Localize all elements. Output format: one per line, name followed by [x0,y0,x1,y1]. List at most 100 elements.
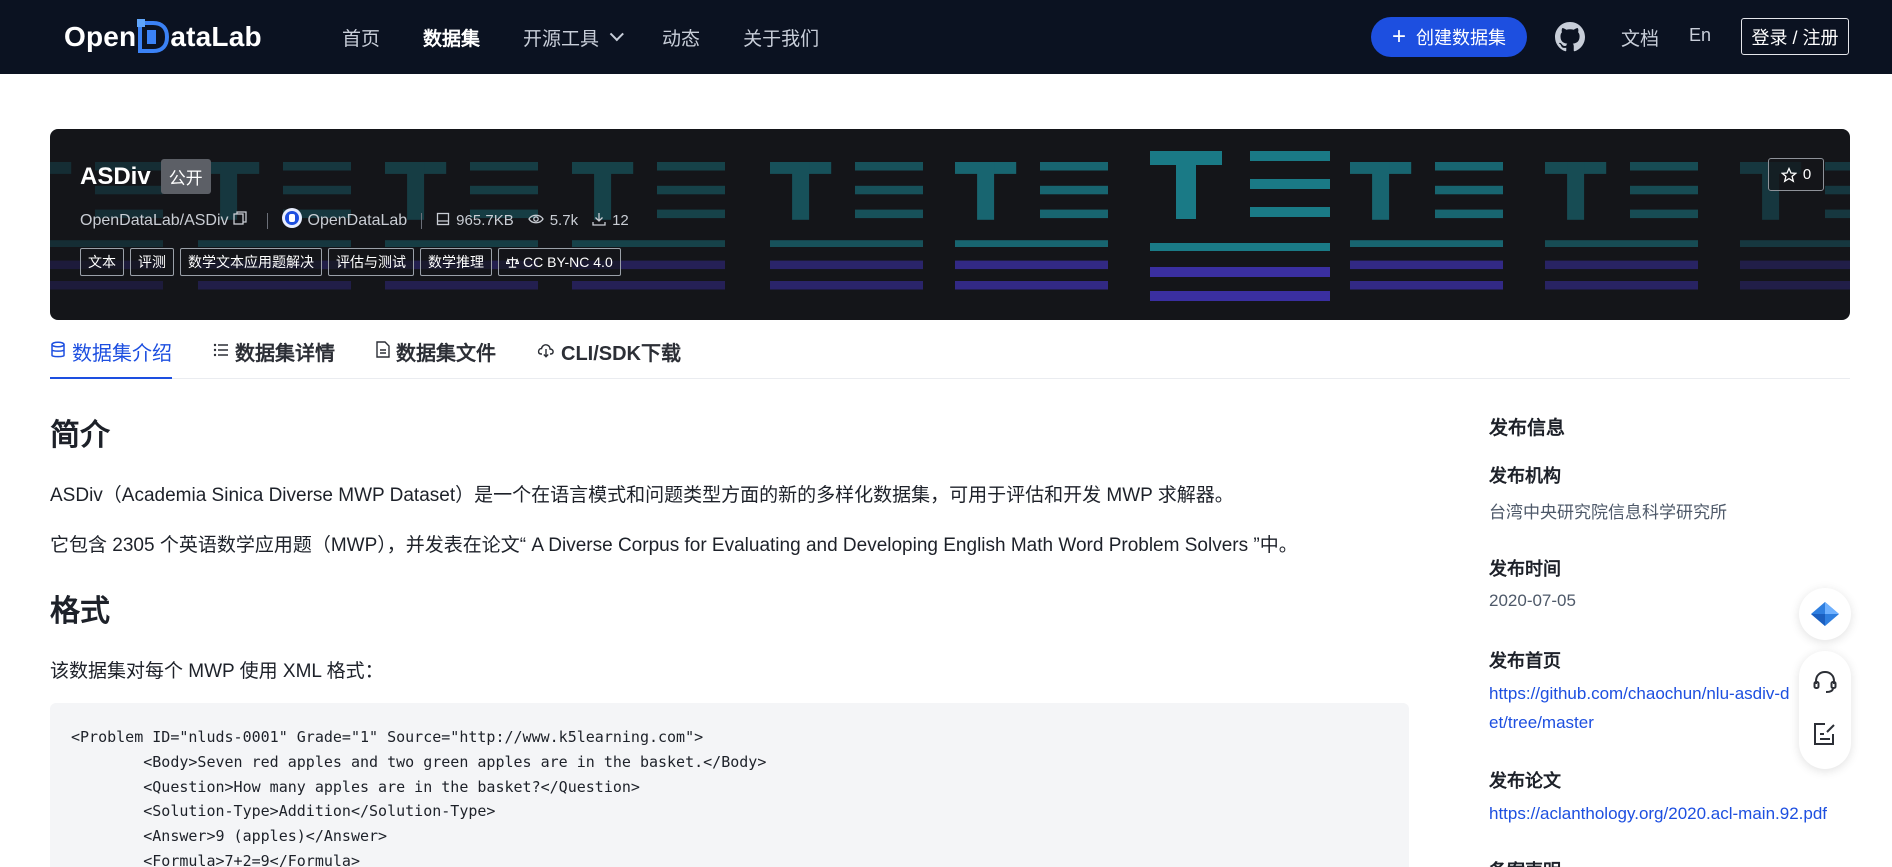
banner-glyph [1350,162,1503,290]
banner-glyph [955,162,1108,290]
dataset-tabs: 数据集介绍 数据集详情 数据集文件 CLI/SDK下载 [50,333,1850,379]
nav-about-label: 关于我们 [743,28,820,50]
banner-bar [1040,209,1108,219]
language-switch[interactable]: En [1689,25,1711,46]
banner-bar [657,162,725,171]
publisher-avatar-icon [281,208,302,233]
tag[interactable]: 评估与测试 [328,248,414,276]
tab-files[interactable]: 数据集文件 [376,333,496,379]
github-icon[interactable] [1555,22,1585,52]
visibility-badge: 公开 [160,159,211,194]
publish-date-value: 2020-07-05 [1489,591,1576,610]
eye-icon [527,212,544,229]
logo-d-mark-icon [137,19,170,55]
paper-label: 发布论文 [1489,771,1561,791]
meta-divider [266,212,268,229]
banner-bar [1545,240,1698,247]
banner-bar [1630,185,1698,195]
assistant-logo-icon [1811,602,1839,626]
banner-glyph [1150,151,1330,301]
banner-bar [1567,162,1585,220]
banner-bar [1435,209,1503,219]
publisher-name[interactable]: OpenDataLab [308,212,408,230]
disk-icon [436,212,450,230]
star-count: 0 [1802,166,1812,183]
list-icon [213,341,229,364]
downloads-stat: 12 [592,212,629,230]
banner-bar [1250,207,1330,217]
banner-bar [1040,162,1108,171]
banner-bar [770,240,923,247]
views-stat: 5.7k [527,212,579,229]
license-tag[interactable]: CC BY-NC 4.0 [498,248,621,276]
nav-open-source-tools[interactable]: 开源工具 [523,24,624,51]
nav-home[interactable]: 首页 [342,24,380,51]
tag[interactable]: 数学推理 [420,248,492,276]
tag[interactable]: 文本 [80,248,124,276]
tab-cli-sdk[interactable]: CLI/SDK下载 [537,333,681,379]
star-icon [1780,166,1797,183]
homepage-link-line-1: https://github.com/chaochun/nlu-asdiv-d [1489,684,1790,703]
code-line: <Problem ID="nluds-0001" Grade="1" Sourc… [71,728,704,746]
tab-details[interactable]: 数据集详情 [213,333,335,379]
banner-bar [50,281,163,290]
code-line: <Formula>7+2=9</Formula> [71,851,360,867]
tab-introduction-label: 数据集介绍 [72,343,172,365]
banner-bar [1825,209,1850,219]
banner-bar [1740,240,1850,247]
homepage-label: 发布首页 [1489,651,1561,671]
ai-assistant-button[interactable] [1799,588,1851,640]
banner-bar [955,240,1108,247]
banner-glyph [1545,162,1698,290]
copy-icon[interactable] [232,211,247,230]
chevron-down-icon [609,27,624,42]
tag[interactable]: 评测 [130,248,174,276]
docs-link[interactable]: 文档 [1621,24,1659,51]
tab-introduction[interactable]: 数据集介绍 [50,333,172,379]
code-line: <Solution-Type>Addition</Solution-Type> [71,802,496,821]
create-dataset-button[interactable]: + 创建数据集 [1371,17,1527,57]
banner-bar [792,162,810,220]
format-paragraph: 该数据集对每个 MWP 使用 XML 格式： [50,661,384,682]
banner-bar [572,240,725,247]
nav-about[interactable]: 关于我们 [743,24,819,51]
filing-statement-label: 备案声明 [1489,857,1561,867]
nav-news[interactable]: 动态 [662,24,700,51]
headset-icon[interactable] [1812,669,1838,695]
tag[interactable]: 数学文本应用题解决 [180,248,322,276]
paper-link[interactable]: https://aclanthology.org/2020.acl-main.9… [1489,799,1827,828]
dataset-title-row: ASDiv 公开 [80,159,211,194]
xml-code-block[interactable]: <Problem ID="nluds-0001" Grade="1" Sourc… [50,703,1409,867]
banner-bar [1825,162,1850,171]
banner-bar [1435,185,1503,195]
banner-bar [1150,267,1330,277]
login-register-button[interactable]: 登录 / 注册 [1741,18,1849,55]
banner-bar [855,209,923,219]
banner-bar [1545,260,1698,270]
nav-home-label: 首页 [342,28,381,50]
intro-paragraph-2: 它包含 2305 个英语数学应用题（MWP），并发表在论文“ A Diverse… [50,535,1298,556]
banner-glyph [770,162,923,290]
homepage-link-line-2: et/tree/master [1489,713,1594,732]
cloud-download-icon [537,341,555,364]
dataset-banner: ASDiv 公开 OpenDataLab/ASDiv OpenDataLab 9… [50,129,1850,320]
nav-tools-label: 开源工具 [523,28,600,50]
intro-paragraph-1: ASDiv（Academia Sinica Diverse MWP Datase… [50,485,1234,506]
banner-bar [770,281,923,290]
feedback-edit-icon[interactable] [1812,721,1838,747]
license-label: CC BY-NC 4.0 [523,254,613,270]
nav-datasets[interactable]: 数据集 [423,24,480,51]
dataset-meta-row: OpenDataLab/ASDiv OpenDataLab 965.7KB 5.… [80,208,643,233]
banner-bar [1825,185,1850,195]
banner-bar [385,281,538,290]
banner-bar [1740,281,1850,290]
tab-cli-sdk-label: CLI/SDK下载 [561,343,681,365]
homepage-link[interactable]: https://github.com/chaochun/nlu-asdiv-d … [1489,679,1790,737]
intro-heading: 简介 [50,419,110,452]
size-value: 965.7KB [456,212,514,229]
star-button[interactable]: 0 [1768,158,1824,191]
views-value: 5.7k [549,212,579,229]
logo-text-left: Open [64,21,137,52]
banner-bar [1176,151,1196,219]
opendatalab-logo[interactable]: Open ataLab [64,18,262,56]
